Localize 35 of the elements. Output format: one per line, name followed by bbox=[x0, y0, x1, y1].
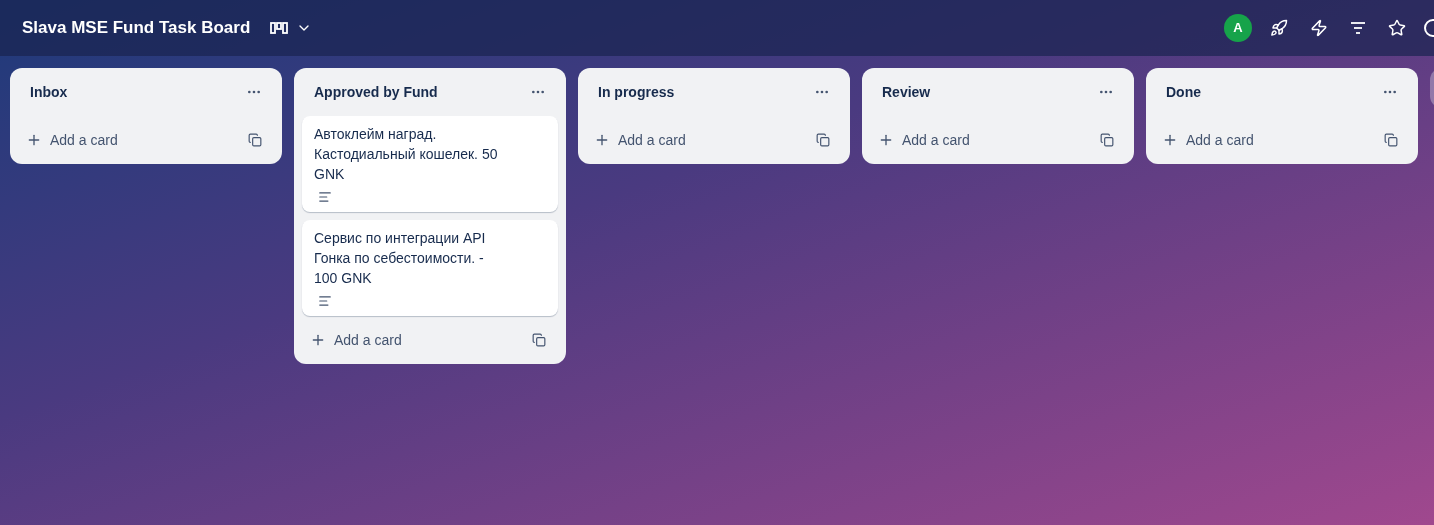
rocket-icon bbox=[1270, 19, 1288, 37]
plus-icon bbox=[26, 132, 42, 148]
plus-icon bbox=[1162, 132, 1178, 148]
template-icon bbox=[1100, 133, 1114, 147]
card-title: Сервис по интеграции API Гонка по себестоимости. - 100 GNK bbox=[314, 229, 487, 288]
add-card-button[interactable]: Add a card bbox=[26, 129, 118, 151]
template-button[interactable] bbox=[248, 133, 262, 147]
template-button[interactable] bbox=[532, 333, 546, 347]
board-title[interactable]: Slava MSE Fund Task Board bbox=[22, 15, 251, 41]
template-icon bbox=[532, 333, 546, 347]
star-icon bbox=[1388, 19, 1406, 37]
add-card-button[interactable]: Add a card bbox=[594, 129, 686, 151]
card-title: Автоклейм наград. Кастодиальный кошелек. 50 GNK bbox=[314, 125, 499, 184]
template-icon bbox=[1384, 133, 1398, 147]
template-button[interactable] bbox=[1100, 133, 1114, 147]
template-icon bbox=[816, 133, 830, 147]
list-title: Review bbox=[882, 82, 931, 102]
list-title: In progress bbox=[598, 82, 675, 102]
add-card-button[interactable]: Add a card bbox=[310, 329, 402, 351]
lightning-icon bbox=[1310, 19, 1328, 37]
task-card[interactable]: Автоклейм наград. Кастодиальный кошелек. 50 GNK bbox=[302, 116, 558, 212]
template-button[interactable] bbox=[1384, 133, 1398, 147]
template-icon bbox=[248, 133, 262, 147]
list-title: Inbox bbox=[30, 82, 68, 102]
list-title: Done bbox=[1166, 82, 1201, 102]
board-view-icon bbox=[270, 22, 289, 34]
plus-icon bbox=[594, 132, 610, 148]
add-card-button[interactable]: Add a card bbox=[878, 129, 970, 151]
filter-icon bbox=[1350, 21, 1366, 35]
task-card[interactable]: Сервис по интеграции API Гонка по себестоимости. - 100 GNK bbox=[302, 220, 558, 316]
plus-icon bbox=[878, 132, 894, 148]
list-title: Approved by Fund bbox=[314, 82, 438, 102]
template-button[interactable] bbox=[816, 133, 830, 147]
add-card-button[interactable]: Add a card bbox=[1162, 129, 1254, 151]
plus-icon bbox=[310, 332, 326, 348]
